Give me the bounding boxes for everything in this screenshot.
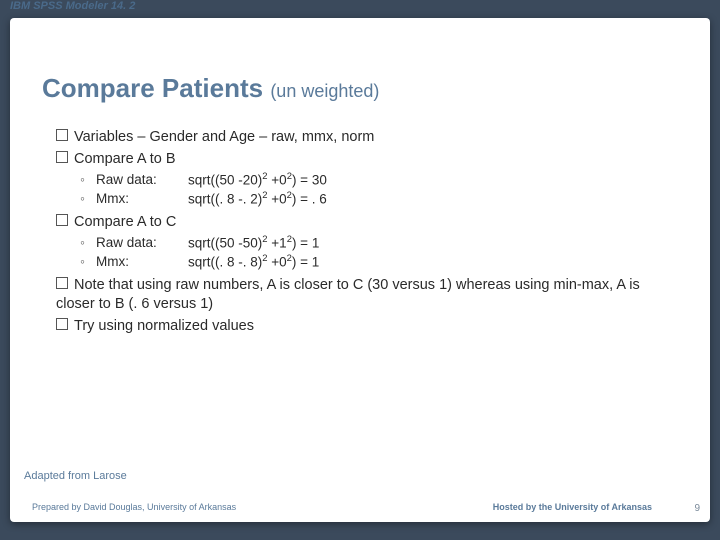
checkbox-icon	[56, 277, 68, 289]
title-sub: (un weighted)	[270, 81, 379, 101]
footer-left: Prepared by David Douglas, University of…	[32, 502, 236, 512]
footer-right: Hosted by the University of Arkansas	[493, 502, 652, 512]
sub-row: Mmx: sqrt((. 8 -. 2)2 +02) = . 6	[80, 190, 656, 209]
checkbox-icon	[56, 129, 68, 141]
bullet-text: Variables – Gender and Age – raw, mmx, n…	[74, 129, 374, 145]
sub-row: Raw data: sqrt((50 -50)2 +12) = 1	[80, 234, 656, 253]
slide-body: Variables – Gender and Age – raw, mmx, n…	[56, 128, 656, 338]
title-main: Compare Patients	[42, 73, 263, 103]
sub-formula: sqrt((50 -20)2 +02) = 30	[188, 171, 327, 190]
sub-row: Mmx: sqrt((. 8 -. 8)2 +02) = 1	[80, 253, 656, 272]
sub-formula: sqrt((. 8 -. 8)2 +02) = 1	[188, 253, 319, 272]
slide-title: Compare Patients (un weighted)	[42, 73, 379, 104]
bullet-compare-ac: Compare A to C	[56, 213, 656, 233]
sub-label: Mmx:	[96, 253, 188, 272]
sub-label: Mmx:	[96, 190, 188, 209]
slide-card: Compare Patients (un weighted) Variables…	[10, 18, 710, 522]
page-number: 9	[694, 503, 700, 514]
checkbox-icon	[56, 214, 68, 226]
bullet-circle-icon	[80, 234, 96, 253]
bullet-variables: Variables – Gender and Age – raw, mmx, n…	[56, 128, 656, 148]
checkbox-icon	[56, 318, 68, 330]
bullet-circle-icon	[80, 171, 96, 190]
sub-formula: sqrt((50 -50)2 +12) = 1	[188, 234, 319, 253]
checkbox-icon	[56, 151, 68, 163]
sub-formula: sqrt((. 8 -. 2)2 +02) = . 6	[188, 190, 327, 209]
bullet-circle-icon	[80, 253, 96, 272]
bullet-text: Compare A to C	[74, 214, 176, 230]
bullet-text: Compare A to B	[74, 151, 176, 167]
bullet-try: Try using normalized values	[56, 317, 656, 337]
sub-group-ab: Raw data: sqrt((50 -20)2 +02) = 30 Mmx: …	[80, 171, 656, 208]
bullet-text: Try using normalized values	[74, 318, 254, 334]
bullet-text: Note that using raw numbers, A is closer…	[56, 277, 640, 313]
sub-label: Raw data:	[96, 171, 188, 190]
sub-group-ac: Raw data: sqrt((50 -50)2 +12) = 1 Mmx: s…	[80, 234, 656, 271]
bullet-circle-icon	[80, 190, 96, 209]
sub-label: Raw data:	[96, 234, 188, 253]
adapted-from: Adapted from Larose	[24, 470, 127, 482]
sub-row: Raw data: sqrt((50 -20)2 +02) = 30	[80, 171, 656, 190]
bullet-compare-ab: Compare A to B	[56, 150, 656, 170]
bullet-note: Note that using raw numbers, A is closer…	[56, 276, 656, 315]
product-label: IBM SPSS Modeler 14. 2	[10, 0, 135, 12]
